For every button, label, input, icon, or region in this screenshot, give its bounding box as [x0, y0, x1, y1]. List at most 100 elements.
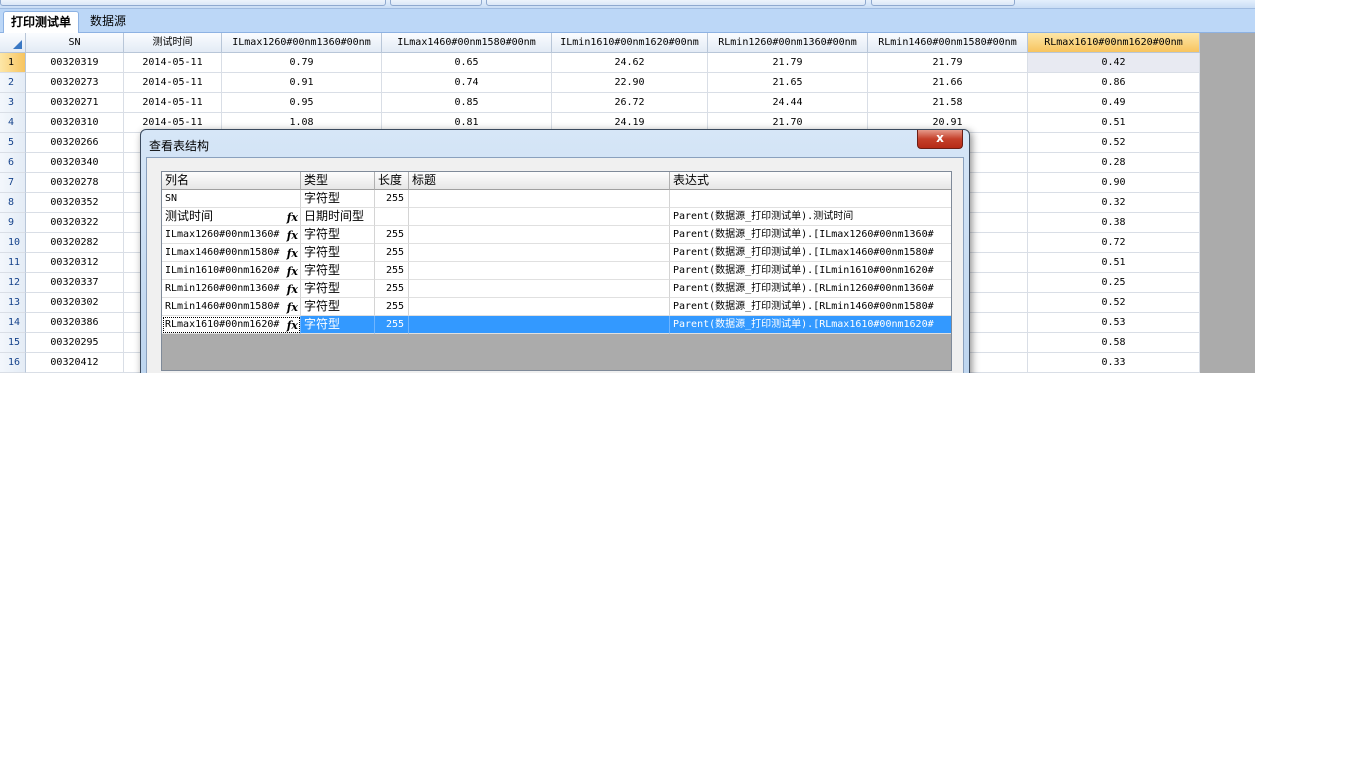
table-cell[interactable]: 0.65: [382, 53, 552, 73]
table-cell[interactable]: 0.49: [1028, 93, 1200, 113]
structure-row[interactable]: ILmin1610#00nm1620# fx 字符型 255 Parent(数据源_打印…: [162, 262, 951, 280]
toolbar-button-2[interactable]: [390, 0, 482, 6]
row-number[interactable]: 5: [0, 133, 26, 153]
structure-row[interactable]: RLmax1610#00nm1620# fx 字符型 255 Parent(数据源_打印…: [162, 316, 951, 334]
fx-icon[interactable]: fx: [287, 209, 298, 225]
row-number[interactable]: 11: [0, 253, 26, 273]
structure-cell-length[interactable]: [375, 208, 409, 226]
structure-cell-name[interactable]: ILmax1460#00nm1580# fx: [162, 244, 301, 262]
table-cell[interactable]: 00320271: [26, 93, 124, 113]
table-cell[interactable]: 00320412: [26, 353, 124, 373]
table-cell[interactable]: 0.51: [1028, 113, 1200, 133]
structure-cell-name[interactable]: ILmax1260#00nm1360# fx: [162, 226, 301, 244]
table-cell[interactable]: 00320295: [26, 333, 124, 353]
column-header[interactable]: RLmin1460#00nm1580#00nm: [868, 33, 1028, 53]
table-cell[interactable]: 00320337: [26, 273, 124, 293]
toolbar-button-3[interactable]: [486, 0, 866, 6]
table-cell[interactable]: 26.72: [552, 93, 708, 113]
table-cell[interactable]: 00320282: [26, 233, 124, 253]
row-number[interactable]: 8: [0, 193, 26, 213]
structure-column-header[interactable]: 列名: [162, 172, 301, 190]
column-header[interactable]: ILmin1610#00nm1620#00nm: [552, 33, 708, 53]
table-cell[interactable]: 0.95: [222, 93, 382, 113]
structure-column-header[interactable]: 长度: [375, 172, 409, 190]
table-cell[interactable]: 21.58: [868, 93, 1028, 113]
table-cell[interactable]: 2014-05-11: [124, 53, 222, 73]
structure-cell-expr[interactable]: Parent(数据源_打印测试单).[RLmin1460#00nm1580#: [670, 298, 951, 316]
structure-cell-expr[interactable]: Parent(数据源_打印测试单).[ILmax1460#00nm1580#: [670, 244, 951, 262]
column-header[interactable]: SN: [26, 33, 124, 53]
structure-row[interactable]: 测试时间 fx 日期时间型 Parent(数据源_打印测试单).测试时间: [162, 208, 951, 226]
table-cell[interactable]: 00320352: [26, 193, 124, 213]
structure-cell-length[interactable]: 255: [375, 280, 409, 298]
table-cell[interactable]: 21.65: [708, 73, 868, 93]
table-cell[interactable]: 0.51: [1028, 253, 1200, 273]
structure-cell-name[interactable]: RLmin1260#00nm1360# fx: [162, 280, 301, 298]
row-number[interactable]: 16: [0, 353, 26, 373]
table-cell[interactable]: 0.52: [1028, 293, 1200, 313]
table-cell[interactable]: 0.53: [1028, 313, 1200, 333]
close-button[interactable]: x: [917, 130, 963, 149]
structure-cell-length[interactable]: 255: [375, 190, 409, 208]
table-cell[interactable]: 00320319: [26, 53, 124, 73]
structure-cell-length[interactable]: 255: [375, 298, 409, 316]
row-number[interactable]: 4: [0, 113, 26, 133]
table-cell[interactable]: 00320278: [26, 173, 124, 193]
structure-row[interactable]: ILmax1260#00nm1360# fx 字符型 255 Parent(数据源_打印…: [162, 226, 951, 244]
structure-column-header[interactable]: 标题: [409, 172, 670, 190]
fx-icon[interactable]: fx: [287, 299, 298, 315]
table-cell[interactable]: 21.79: [868, 53, 1028, 73]
fx-icon[interactable]: fx: [287, 281, 298, 297]
structure-grid[interactable]: 列名 类型 长度 标题 表达式 SN 字符型 255 测试时间 fx 日期时间型 Parent(数据源…: [161, 171, 952, 371]
structure-cell-name[interactable]: RLmax1610#00nm1620# fx: [162, 316, 301, 334]
toolbar-button-1[interactable]: [0, 0, 386, 6]
table-cell[interactable]: 2014-05-11: [124, 73, 222, 93]
table-cell[interactable]: 21.66: [868, 73, 1028, 93]
column-header[interactable]: ILmax1460#00nm1580#00nm: [382, 33, 552, 53]
table-cell[interactable]: 00320310: [26, 113, 124, 133]
structure-cell-name[interactable]: ILmin1610#00nm1620# fx: [162, 262, 301, 280]
structure-cell-type[interactable]: 字符型: [301, 190, 375, 208]
table-cell[interactable]: 0.91: [222, 73, 382, 93]
structure-cell-type[interactable]: 字符型: [301, 244, 375, 262]
table-cell[interactable]: 0.42: [1028, 53, 1200, 73]
table-cell[interactable]: 0.85: [382, 93, 552, 113]
column-header[interactable]: 测试时间: [124, 33, 222, 53]
column-header[interactable]: RLmax1610#00nm1620#00nm: [1028, 33, 1200, 53]
table-cell[interactable]: 00320273: [26, 73, 124, 93]
structure-cell-caption[interactable]: [409, 208, 670, 226]
table-cell[interactable]: 00320340: [26, 153, 124, 173]
structure-cell-type[interactable]: 日期时间型: [301, 208, 375, 226]
fx-icon[interactable]: fx: [287, 227, 298, 243]
row-number[interactable]: 15: [0, 333, 26, 353]
column-header[interactable]: ILmax1260#00nm1360#00nm: [222, 33, 382, 53]
structure-cell-type[interactable]: 字符型: [301, 316, 375, 334]
row-number[interactable]: 1: [0, 53, 26, 73]
table-cell[interactable]: 0.52: [1028, 133, 1200, 153]
row-number[interactable]: 7: [0, 173, 26, 193]
structure-cell-expr[interactable]: Parent(数据源_打印测试单).测试时间: [670, 208, 951, 226]
table-cell[interactable]: 22.90: [552, 73, 708, 93]
structure-row[interactable]: ILmax1460#00nm1580# fx 字符型 255 Parent(数据源_打印…: [162, 244, 951, 262]
tab-print-test-sheet[interactable]: 打印测试单: [3, 11, 80, 33]
structure-row[interactable]: SN 字符型 255: [162, 190, 951, 208]
table-cell[interactable]: 00320322: [26, 213, 124, 233]
fx-icon[interactable]: fx: [287, 245, 298, 261]
table-cell[interactable]: 0.90: [1028, 173, 1200, 193]
row-number[interactable]: 6: [0, 153, 26, 173]
table-cell[interactable]: 24.44: [708, 93, 868, 113]
structure-cell-caption[interactable]: [409, 190, 670, 208]
structure-cell-caption[interactable]: [409, 262, 670, 280]
structure-cell-expr[interactable]: [670, 190, 951, 208]
structure-cell-type[interactable]: 字符型: [301, 298, 375, 316]
column-header[interactable]: RLmin1260#00nm1360#00nm: [708, 33, 868, 53]
table-cell[interactable]: 00320386: [26, 313, 124, 333]
structure-cell-length[interactable]: 255: [375, 316, 409, 334]
table-cell[interactable]: 0.58: [1028, 333, 1200, 353]
table-row[interactable]: 1 00320319 2014-05-11 0.79 0.65 24.62 21.79 21.…: [0, 53, 1200, 73]
table-cell[interactable]: 00320302: [26, 293, 124, 313]
structure-cell-caption[interactable]: [409, 226, 670, 244]
toolbar-button-4[interactable]: [871, 0, 1015, 6]
structure-cell-type[interactable]: 字符型: [301, 226, 375, 244]
structure-cell-length[interactable]: 255: [375, 244, 409, 262]
